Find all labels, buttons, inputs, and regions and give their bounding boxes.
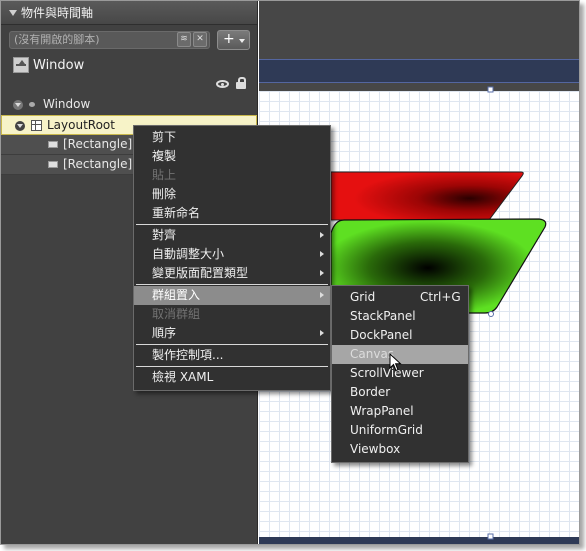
selection-handle[interactable]	[487, 86, 494, 93]
collapse-triangle-icon[interactable]	[9, 10, 17, 16]
mouse-pointer-icon	[389, 353, 402, 372]
menu-item-ungroup: 取消群組	[134, 305, 330, 324]
menu-item-label: 製作控制項...	[152, 348, 224, 362]
submenu-arrow-icon	[320, 251, 324, 257]
menu-item-label: Canvas	[350, 347, 395, 361]
add-label: +	[223, 31, 235, 47]
menu-item-label: UniformGrid	[350, 423, 423, 437]
tree-item-label: [Rectangle]	[63, 137, 133, 151]
menu-item-paste: 貼上	[134, 166, 330, 185]
menu-item-label: 群組置入	[152, 288, 201, 302]
menu-item-auto-size[interactable]: 自動調整大小	[134, 245, 330, 264]
selection-handle[interactable]	[488, 311, 494, 317]
menu-item-label: Border	[350, 385, 391, 399]
menu-item-cut[interactable]: 剪下	[134, 128, 330, 147]
tree-item-label: [Rectangle]	[63, 157, 133, 171]
menu-item-label: 取消群組	[152, 307, 201, 321]
menu-separator	[136, 344, 328, 345]
menu-item-label: StackPanel	[350, 309, 416, 323]
selection-handle[interactable]	[487, 533, 494, 540]
submenu-item-wrappanel[interactable]: WrapPanel	[332, 402, 468, 421]
menu-item-copy[interactable]: 複製	[134, 147, 330, 166]
expand-toggle-icon[interactable]	[13, 100, 23, 110]
scope-row: (沒有開啟的腳本) ≋ ✕ +	[9, 30, 250, 51]
submenu-item-stackpanel[interactable]: StackPanel	[332, 307, 468, 326]
menu-item-label: 刪除	[152, 187, 177, 201]
submenu-item-border[interactable]: Border	[332, 383, 468, 402]
menu-item-label: 對齊	[152, 228, 177, 242]
menu-item-change-layout-type[interactable]: 變更版面配置類型	[134, 264, 330, 283]
scope-up-icon[interactable]	[13, 57, 29, 73]
red-parallelogram-shape[interactable]	[330, 171, 524, 221]
scope-title: Window	[33, 58, 85, 73]
menu-item-label: DockPanel	[350, 328, 413, 342]
menu-item-label: 順序	[152, 326, 177, 340]
storyboard-options-icon[interactable]: ≋	[177, 32, 191, 47]
rectangle-icon	[48, 161, 58, 168]
menu-item-label: 貼上	[152, 168, 177, 182]
menu-separator	[136, 366, 328, 367]
menu-item-label: 重新命名	[152, 206, 201, 220]
menu-item-label: 自動調整大小	[152, 247, 225, 261]
submenu-item-viewbox[interactable]: Viewbox	[332, 440, 468, 459]
menu-item-label: 複製	[152, 149, 177, 163]
submenu-item-dockpanel[interactable]: DockPanel	[332, 326, 468, 345]
group-into-submenu: Grid Ctrl+G StackPanel DockPanel Canvas S…	[331, 285, 469, 463]
menu-item-align[interactable]: 對齊	[134, 226, 330, 245]
menu-item-label: Grid	[350, 290, 376, 304]
menu-item-order[interactable]: 順序	[134, 324, 330, 343]
panel-header[interactable]: 物件與時間軸	[1, 1, 257, 25]
submenu-arrow-icon	[320, 292, 324, 298]
grid-icon	[31, 120, 42, 131]
menu-item-label: ScrollViewer	[350, 366, 424, 380]
menu-item-rename[interactable]: 重新命名	[134, 204, 330, 223]
menu-separator	[136, 224, 328, 225]
submenu-item-grid[interactable]: Grid Ctrl+G	[332, 288, 468, 307]
menu-item-label: 檢視 XAML	[152, 370, 214, 384]
menu-item-shortcut: Ctrl+G	[420, 290, 461, 304]
screenshot-frame: 物件與時間軸 (沒有開啟的腳本) ≋ ✕ + Window Window Lay…	[0, 0, 580, 545]
tree-item-window[interactable]: Window	[1, 95, 257, 115]
menu-item-delete[interactable]: 刪除	[134, 185, 330, 204]
dropdown-arrow-icon[interactable]	[239, 39, 245, 43]
expand-toggle-icon[interactable]	[15, 121, 25, 131]
menu-item-group-into[interactable]: 群組置入	[134, 286, 330, 305]
panel-title: 物件與時間軸	[21, 6, 94, 20]
context-menu: 剪下 複製 貼上 刪除 重新命名 對齊 自動調整大小 變更版面配置類型 群組置入…	[133, 125, 331, 391]
rectangle-icon	[48, 141, 58, 148]
new-storyboard-button[interactable]: +	[217, 30, 250, 50]
menu-item-label: 變更版面配置類型	[152, 266, 249, 280]
tree-item-label: Window	[43, 97, 91, 111]
menu-item-label: Viewbox	[350, 442, 401, 456]
menu-item-make-control[interactable]: 製作控制項...	[134, 346, 330, 365]
menu-separator	[136, 284, 328, 285]
tree-item-label: LayoutRoot	[47, 118, 115, 132]
close-storyboard-icon[interactable]: ✕	[193, 32, 207, 47]
submenu-arrow-icon	[320, 232, 324, 238]
menu-item-label: WrapPanel	[350, 404, 414, 418]
lock-icon[interactable]	[236, 77, 246, 89]
menu-item-label: 剪下	[152, 130, 177, 144]
submenu-item-uniformgrid[interactable]: UniformGrid	[332, 421, 468, 440]
menu-item-view-xaml[interactable]: 檢視 XAML	[134, 368, 330, 387]
submenu-arrow-icon	[320, 330, 324, 336]
submenu-arrow-icon	[320, 270, 324, 276]
visibility-eye-icon[interactable]	[216, 80, 229, 88]
eye-icon[interactable]	[29, 102, 35, 107]
